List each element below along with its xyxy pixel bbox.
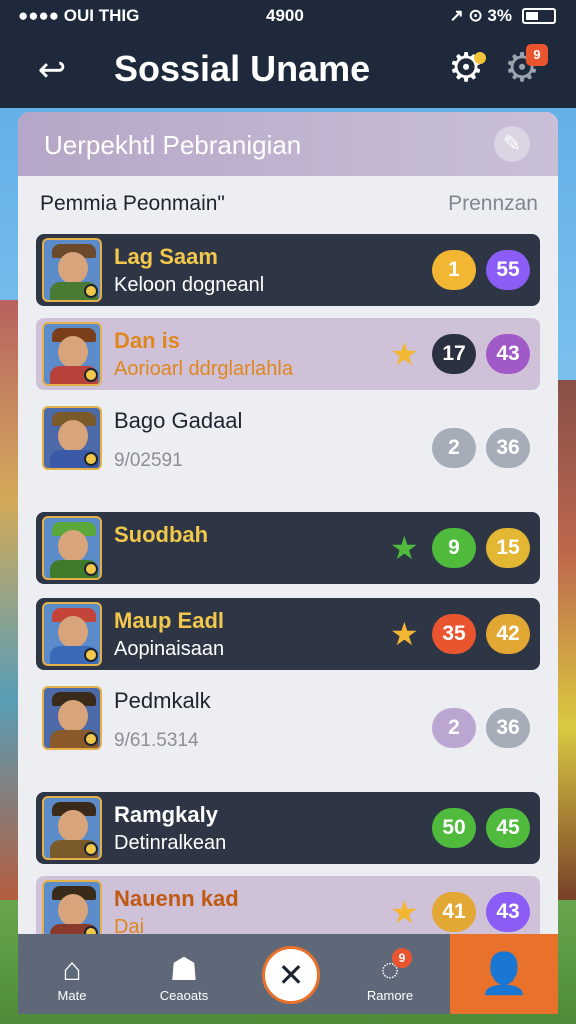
avatar-face xyxy=(58,810,88,842)
score-badge-secondary: 15 xyxy=(486,528,530,568)
player-name: Suodbah xyxy=(114,522,209,547)
player-subtitle: Detinralkean xyxy=(114,832,227,854)
avatar-face xyxy=(58,616,88,648)
score-badge-primary: 2 xyxy=(432,708,476,748)
leaderboard-panel: Uerpekhtl Pebranigian ✎ Pemmia Peonmain"… xyxy=(18,112,558,1012)
player-name: Ramgkaly xyxy=(114,802,218,827)
player-row[interactable]: Suodbah ★ 9 15 xyxy=(36,512,540,584)
nav-item-contacts[interactable]: ☗ Ceaoats xyxy=(136,934,232,1014)
player-row[interactable]: Dan is Aorioarl ddrglarlahla ★ 17 43 xyxy=(36,318,540,390)
avatar-face xyxy=(58,700,88,732)
player-row[interactable]: Pedmkalk 9/61.5314 2 36 xyxy=(36,682,540,778)
score-badge-secondary: 55 xyxy=(486,250,530,290)
edit-icon[interactable]: ✎ xyxy=(494,126,530,162)
refresh-icon: ◌ xyxy=(380,951,400,987)
avatar xyxy=(42,796,102,860)
player-row[interactable]: Maup Eadl Aopinaisaan ★ 35 42 xyxy=(36,598,540,670)
player-subtitle: Aorioarl ddrglarlahla xyxy=(114,358,293,380)
home-icon: ⌂ xyxy=(62,951,82,987)
battery-icon xyxy=(522,8,556,24)
avatar-face xyxy=(58,252,88,284)
page-title: Sossial Uname xyxy=(114,48,371,89)
coin-icon xyxy=(84,562,98,576)
player-name: Nauenn kad xyxy=(114,886,239,911)
score-badge-secondary: 42 xyxy=(486,614,530,654)
player-row[interactable]: Ramgkaly Detinralkean 50 45 xyxy=(36,792,540,864)
coin-icon xyxy=(84,648,98,662)
status-bar: ●●●● OUI THIG 4900 ↗ ⊙ 3% xyxy=(0,0,576,32)
status-icons: ↗ ⊙ 3% xyxy=(449,6,512,25)
score-badge-secondary: 45 xyxy=(486,808,530,848)
score-badge-secondary: 36 xyxy=(486,428,530,468)
column-header-right: Prennzan xyxy=(448,192,538,215)
contacts-icon: ☗ xyxy=(169,951,199,987)
player-name: Lag Saam xyxy=(114,244,218,269)
score-badge-secondary: 43 xyxy=(486,334,530,374)
score-badge-primary: 17 xyxy=(432,334,476,374)
score-badge-primary: 35 xyxy=(432,614,476,654)
score-badge-secondary: 36 xyxy=(486,708,530,748)
status-indicators: ↗ ⊙ 3% xyxy=(449,6,556,26)
panel-title: Uerpekhtl Pebranigian xyxy=(44,130,302,160)
status-time: 4900 xyxy=(266,6,304,25)
avatar xyxy=(42,322,102,386)
close-icon[interactable]: ✕ xyxy=(262,946,320,1004)
avatar-face xyxy=(58,530,88,562)
nav-item-more[interactable]: ◌ Ramore xyxy=(342,934,438,1014)
avatar-face xyxy=(58,894,88,926)
nav-badge: 9 xyxy=(392,948,412,968)
avatar xyxy=(42,516,102,580)
star-icon: ★ xyxy=(390,894,419,930)
score-badge-primary: 50 xyxy=(432,808,476,848)
coin-icon xyxy=(84,452,98,466)
player-name: Bago Gadaal xyxy=(114,408,243,433)
player-name: Pedmkalk xyxy=(114,688,211,713)
player-subtitle: Keloon dogneanl xyxy=(114,274,265,296)
score-badge-secondary: 43 xyxy=(486,892,530,932)
score-badge-primary: 9 xyxy=(432,528,476,568)
avatar-face xyxy=(58,336,88,368)
bottom-nav: ⌂ Mate ☗ Ceaoats ✕ ◌ Ramore 9 👤 xyxy=(18,934,558,1014)
player-row[interactable]: Bago Gadaal 9/02591 2 36 xyxy=(36,402,540,498)
star-icon: ★ xyxy=(390,336,419,372)
coin-icon xyxy=(84,842,98,856)
back-icon[interactable]: ↩ xyxy=(32,50,72,90)
app-header: ↩ Sossial Uname ⚙ ⚙ 9 xyxy=(0,32,576,108)
column-header-left: Pemmia Peonmain" xyxy=(40,192,225,215)
player-subtitle: 9/02591 xyxy=(114,450,183,471)
avatar xyxy=(42,686,102,750)
player-name: Maup Eadl xyxy=(114,608,225,633)
score-badge-primary: 1 xyxy=(432,250,476,290)
coin-icon xyxy=(84,284,98,298)
avatar xyxy=(42,406,102,470)
score-badge-primary: 2 xyxy=(432,428,476,468)
player-subtitle: 9/61.5314 xyxy=(114,730,199,751)
player-row[interactable]: Lag Saam Keloon dogneanl 1 55 xyxy=(36,234,540,306)
player-name: Dan is xyxy=(114,328,181,353)
nav-item-home[interactable]: ⌂ Mate xyxy=(24,934,120,1014)
avatar xyxy=(42,238,102,302)
panel-header: Uerpekhtl Pebranigian ✎ xyxy=(18,112,558,176)
player-subtitle: Aopinaisaan xyxy=(114,638,225,660)
score-badge-primary: 41 xyxy=(432,892,476,932)
coin-icon xyxy=(84,732,98,746)
gear-indicator-dot xyxy=(474,52,486,64)
avatar-face xyxy=(58,420,88,452)
nav-label-more: Ramore xyxy=(366,988,414,1003)
nav-label-home: Mate xyxy=(57,988,87,1003)
coin-icon xyxy=(84,368,98,382)
notification-badge: 9 xyxy=(526,44,548,66)
nav-label-contacts: Ceaoats xyxy=(159,988,209,1003)
status-carrier: ●●●● OUI THIG xyxy=(18,6,140,25)
profile-icon[interactable]: 👤 xyxy=(450,934,558,1014)
avatar xyxy=(42,602,102,666)
star-icon: ★ xyxy=(390,530,419,566)
star-icon: ★ xyxy=(390,616,419,652)
